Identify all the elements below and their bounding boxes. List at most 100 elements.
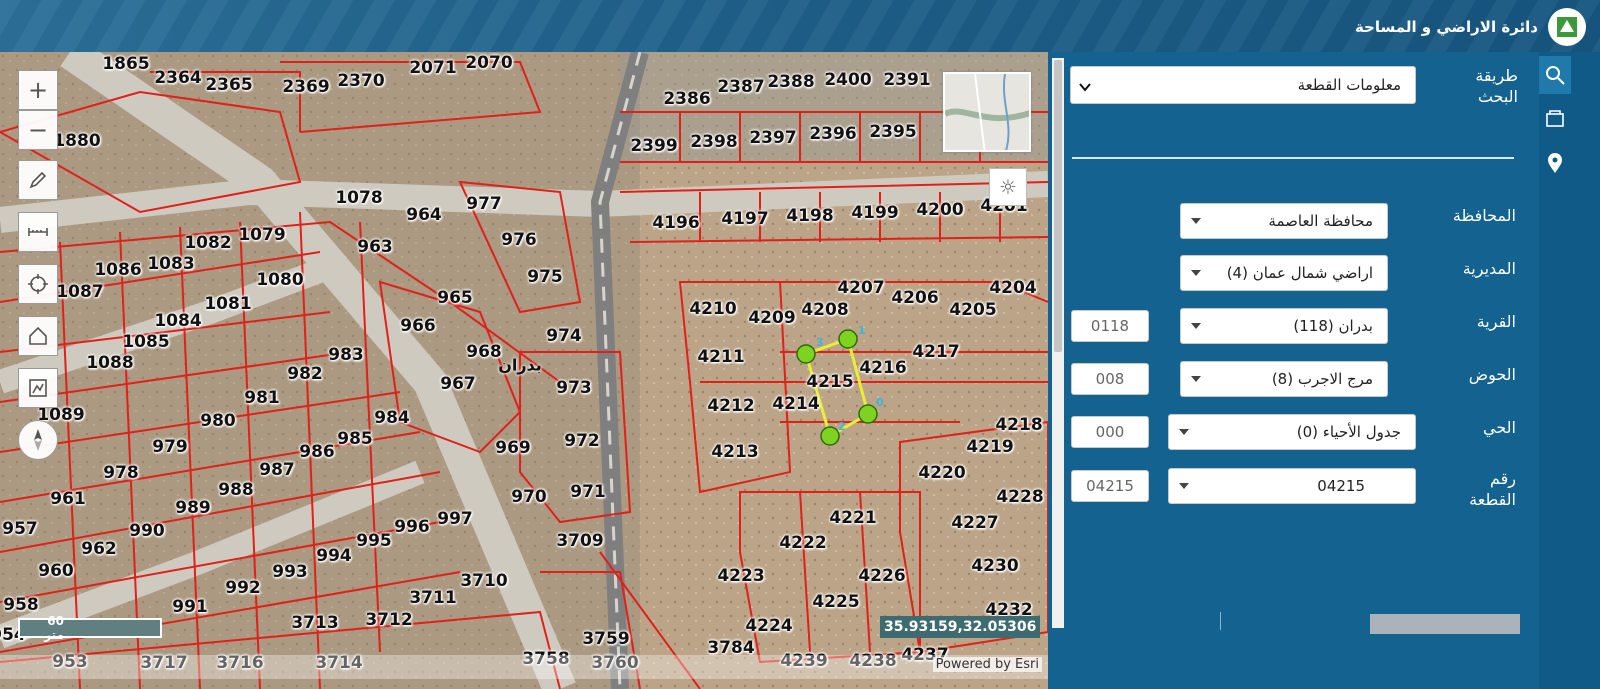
village-value: بدران (118) xyxy=(1293,317,1373,335)
parcel-label: 979 xyxy=(152,437,188,457)
parcel-label: 2399 xyxy=(630,136,678,156)
parcel-label: 4230 xyxy=(971,556,1019,576)
parcel-label: 990 xyxy=(129,521,165,541)
compass-button[interactable] xyxy=(18,420,58,460)
compass-icon xyxy=(34,429,42,451)
map-layers-icon xyxy=(1546,110,1564,127)
parcel-label: 4228 xyxy=(996,487,1044,507)
svg-text:2: 2 xyxy=(838,420,846,433)
plus-icon: + xyxy=(27,76,49,104)
locate-button[interactable] xyxy=(18,264,58,304)
home-icon xyxy=(29,326,47,345)
parcel-label: 973 xyxy=(556,378,592,398)
parcel-number-value: 04215 xyxy=(1317,477,1365,495)
area-name-label: بدران xyxy=(498,355,542,375)
parcel-number-select[interactable]: 04215 xyxy=(1168,468,1416,504)
search-tab[interactable] xyxy=(1539,56,1571,94)
parcel-label: 4206 xyxy=(891,288,939,308)
parcel-label: 988 xyxy=(218,480,254,500)
parcel-label: 964 xyxy=(406,205,442,225)
zoom-extent-button[interactable] xyxy=(18,368,58,408)
search-method-label: طريقة البحث xyxy=(1475,66,1518,106)
minus-icon: − xyxy=(27,116,49,144)
parcel-label: 4207 xyxy=(837,278,885,298)
parcel-label: 985 xyxy=(337,429,373,449)
location-tab[interactable] xyxy=(1539,144,1571,182)
parcel-label: 4214 xyxy=(772,394,820,414)
parcel-label: 983 xyxy=(328,345,364,365)
caret-down-icon xyxy=(1179,429,1189,435)
parcel-label: 2386 xyxy=(663,89,711,109)
zoom-out-button[interactable]: − xyxy=(18,110,58,150)
parcel-label: 4209 xyxy=(748,308,796,328)
caret-down-icon xyxy=(1191,323,1201,329)
crosshair-icon xyxy=(28,274,48,294)
village-select[interactable]: بدران (118) xyxy=(1180,308,1388,344)
parcel-label: 2387 xyxy=(717,77,765,97)
search-method-select[interactable]: معلومات القطعة xyxy=(1070,66,1416,104)
basin-select[interactable]: مرج الاجرب (8) xyxy=(1180,361,1388,397)
parcel-label: 4227 xyxy=(951,513,999,533)
parcel-label: 4198 xyxy=(786,206,834,226)
basin-label: الحوض xyxy=(1468,365,1516,384)
parcel-label: 4219 xyxy=(966,437,1014,457)
parcel-label: 4216 xyxy=(859,358,907,378)
parcel-label: 984 xyxy=(374,408,410,428)
app-title: دائرة الاراضي و المساحة xyxy=(1354,18,1538,36)
neighborhood-select[interactable]: جدول الأحياء (0) xyxy=(1168,414,1416,450)
home-button[interactable] xyxy=(18,316,58,356)
parcel-label: 961 xyxy=(50,489,86,509)
parcel-label: 4212 xyxy=(707,396,755,416)
parcel-label: 2391 xyxy=(883,70,931,90)
parcel-label: 1088 xyxy=(86,353,134,373)
caret-down-icon xyxy=(1191,270,1201,276)
parcel-label: 957 xyxy=(2,519,38,539)
caret-down-icon xyxy=(1191,218,1201,224)
parcel-label: 1880 xyxy=(53,131,101,151)
parcel-label: 4197 xyxy=(721,209,769,229)
parcel-label: 982 xyxy=(287,364,323,384)
parcel-label: 4215 xyxy=(806,372,854,392)
parcel-label: 986 xyxy=(299,442,335,462)
governorate-select[interactable]: محافظة العاصمة xyxy=(1180,203,1388,239)
basemap-toggle-button[interactable]: ☼ xyxy=(989,168,1027,206)
parcel-label: 4210 xyxy=(689,299,737,319)
parcel-label: 992 xyxy=(225,578,261,598)
coordinates-readout: 35.93159,32.05306 xyxy=(880,616,1041,638)
draw-button[interactable] xyxy=(18,160,58,200)
parcel-label: 975 xyxy=(527,267,563,287)
parcel-label: 1087 xyxy=(56,282,104,302)
parcel-label: 4217 xyxy=(912,342,960,362)
parcel-label: 958 xyxy=(3,595,39,615)
parcel-label: 971 xyxy=(570,482,606,502)
caret-down-icon xyxy=(1191,376,1201,382)
zoom-in-button[interactable]: + xyxy=(18,70,58,110)
parcel-label: 4211 xyxy=(697,347,745,367)
parcel-label: 3710 xyxy=(460,571,508,591)
search-submit-button[interactable] xyxy=(1370,614,1520,634)
parcel-label: 960 xyxy=(38,561,74,581)
parcel-label: 4200 xyxy=(916,200,964,220)
map-view[interactable]: 3102 1865 2364 2365 2369 2370 2071 2070 … xyxy=(0,52,1048,689)
neighborhood-code-input[interactable]: 000 xyxy=(1071,416,1149,448)
map-extent-icon xyxy=(29,379,47,397)
overview-minimap[interactable] xyxy=(943,72,1031,152)
parcel-label: 978 xyxy=(103,463,139,483)
parcel-label: 1080 xyxy=(256,270,304,290)
parcel-label: 994 xyxy=(316,546,352,566)
directorate-select[interactable]: اراضي شمال عمان (4) xyxy=(1180,255,1388,291)
parcel-label: 2396 xyxy=(809,124,857,144)
parcel-code-input[interactable]: 04215 xyxy=(1071,470,1149,502)
parcel-label: 4224 xyxy=(745,616,793,636)
village-code-input[interactable]: 0118 xyxy=(1071,310,1149,342)
parcel-label: 976 xyxy=(501,230,537,250)
basin-code-input[interactable]: 008 xyxy=(1071,363,1149,395)
parcel-label: 2400 xyxy=(824,70,872,90)
parcel-label: 963 xyxy=(357,237,393,257)
dls-logo-icon xyxy=(1548,8,1586,46)
measure-button[interactable] xyxy=(18,212,58,252)
layers-tab[interactable] xyxy=(1539,100,1571,138)
panel-scrollbar-thumb[interactable] xyxy=(1054,60,1062,352)
panel-divider xyxy=(1072,157,1514,159)
overview-map-icon xyxy=(945,74,1029,150)
